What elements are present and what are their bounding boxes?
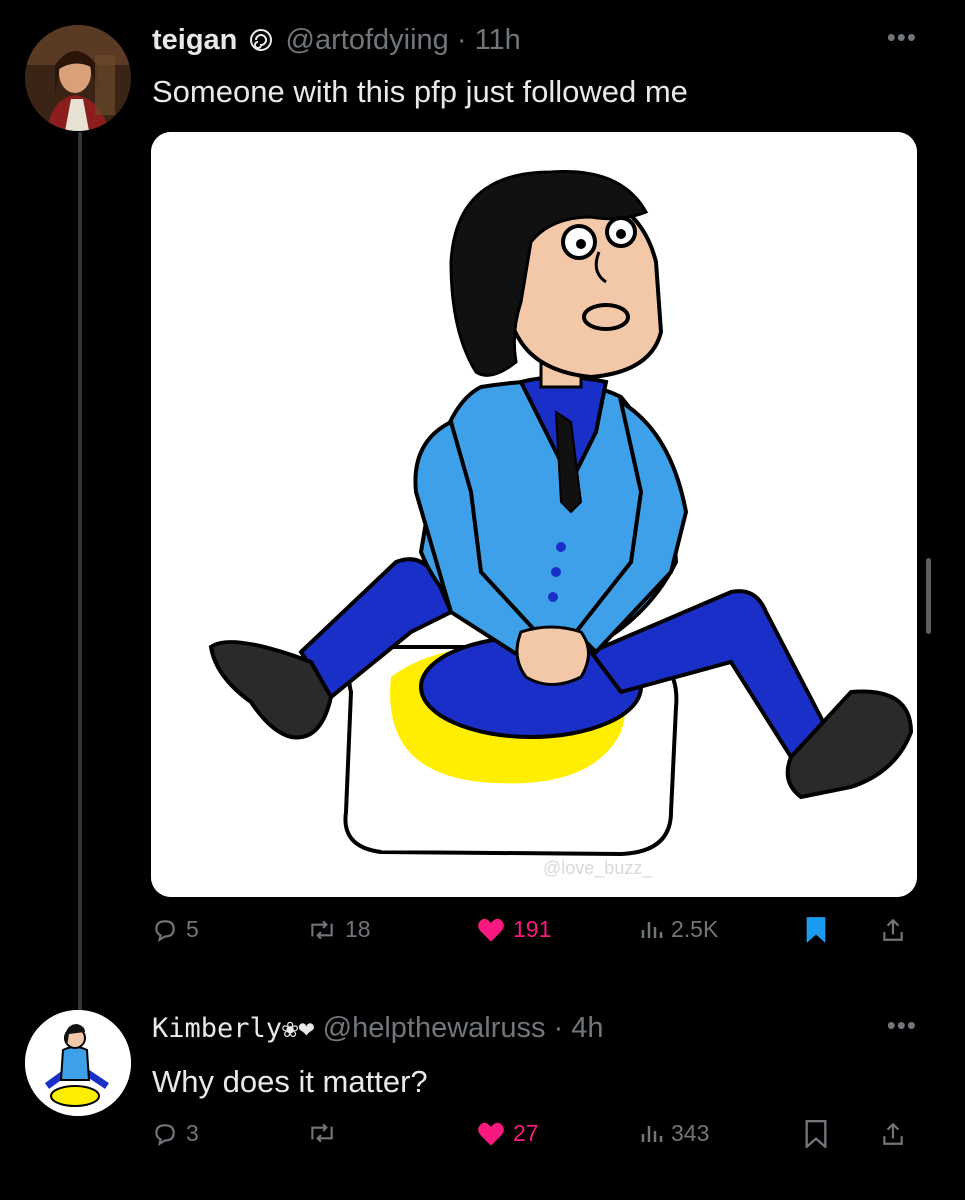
repost-button[interactable] xyxy=(307,1120,345,1146)
reply-count: 3 xyxy=(186,1120,199,1146)
avatar[interactable] xyxy=(25,25,131,131)
heart-icon xyxy=(477,1121,505,1147)
verified-spiral-icon xyxy=(249,27,273,60)
author-name[interactable]: Kimberly❀❤ xyxy=(152,1013,315,1044)
bookmark-icon[interactable] xyxy=(804,916,828,944)
heart-icon xyxy=(477,917,505,943)
image-watermark: @love_buzz_ xyxy=(543,858,653,879)
views-button[interactable]: 2.5K xyxy=(639,916,718,943)
reply-icon xyxy=(152,917,178,943)
like-button[interactable]: 191 xyxy=(477,916,551,943)
timestamp[interactable]: 11h xyxy=(475,24,521,56)
repost-count: 18 xyxy=(345,916,371,942)
thread-connector-line xyxy=(78,132,82,1012)
views-count: 343 xyxy=(671,1120,710,1146)
repost-button[interactable]: 18 xyxy=(307,916,371,943)
cartoon-illustration: @love_buzz_ xyxy=(151,132,917,897)
bookmark-icon[interactable] xyxy=(804,1120,828,1148)
avatar-image xyxy=(25,1010,131,1116)
share-icon[interactable] xyxy=(880,1120,906,1148)
reply-button[interactable]: 3 xyxy=(152,1120,199,1147)
author-handle[interactable]: @artofdyiing xyxy=(286,24,449,56)
reply-header: Kimberly❀❤ @helpthewalruss · 4h xyxy=(152,1012,604,1044)
tweet-image[interactable]: @love_buzz_ xyxy=(151,132,917,897)
reply-text: Why does it matter? xyxy=(152,1064,428,1099)
avatar-image xyxy=(25,25,131,131)
tweet-header: teigan @artofdyiing · 11h xyxy=(152,24,521,60)
author-name[interactable]: teigan xyxy=(152,24,237,56)
more-icon[interactable]: ••• xyxy=(887,22,917,53)
reply-avatar[interactable] xyxy=(25,1010,131,1116)
views-icon xyxy=(639,917,663,943)
reply-actions: 3 27 343 xyxy=(152,1120,922,1160)
like-count: 191 xyxy=(513,916,552,942)
tweet-text: Someone with this pfp just followed me xyxy=(152,74,688,109)
repost-icon xyxy=(307,917,337,943)
views-button[interactable]: 343 xyxy=(639,1120,709,1147)
author-handle[interactable]: @helpthewalruss xyxy=(323,1012,546,1044)
like-button[interactable]: 27 xyxy=(477,1120,539,1147)
reply-count: 5 xyxy=(186,916,199,942)
views-count: 2.5K xyxy=(671,916,719,942)
more-icon[interactable]: ••• xyxy=(887,1010,917,1041)
tweet-actions: 5 18 191 2.5K xyxy=(152,916,922,956)
reply-icon xyxy=(152,1121,178,1147)
views-icon xyxy=(639,1121,663,1147)
repost-icon xyxy=(307,1120,337,1146)
timestamp[interactable]: 4h xyxy=(571,1012,603,1044)
like-count: 27 xyxy=(513,1120,539,1146)
share-icon[interactable] xyxy=(880,916,906,944)
scrollbar[interactable] xyxy=(926,558,931,634)
reply-button[interactable]: 5 xyxy=(152,916,199,943)
